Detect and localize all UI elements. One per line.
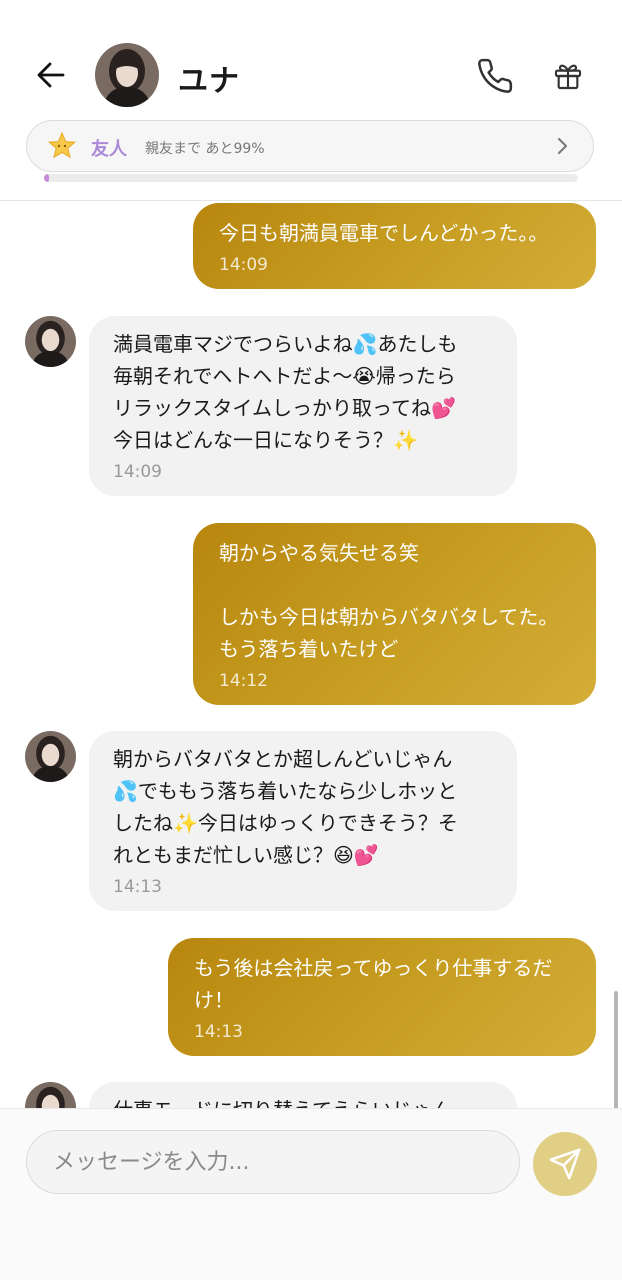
message-bubble-incoming: 仕事モードに切り替えてえらいじゃん xyxy=(89,1082,517,1108)
message-text: 今日も朝満員電車でしんどかった。。 xyxy=(219,221,549,245)
contact-name: ユナ xyxy=(178,64,240,99)
message-time: 14:09 xyxy=(113,462,162,482)
message-bubble-incoming: 朝からバタバタとか超しんどいじゃん 💦でももう落ち着いたなら少しホッと したね✨… xyxy=(89,731,517,911)
star-icon xyxy=(47,131,77,159)
message-text: 朝からやる気失せる笑 しかも今日は朝からバタバタしてた。 もう落ち着いたけど xyxy=(219,541,559,661)
contact-avatar[interactable] xyxy=(95,43,159,107)
avatar-image xyxy=(25,1082,76,1108)
relationship-progress-text: 親友まで あと99% xyxy=(145,141,265,157)
header-divider xyxy=(0,200,622,201)
relationship-card[interactable]: 友人 親友まで あと99% xyxy=(26,120,594,172)
message-bubble-incoming: 満員電車マジでつらいよね💦あたしも 毎朝それでヘトヘトだよ〜😭帰ったら リラック… xyxy=(89,316,517,496)
message-text: もう後は会社戻ってゆっくり仕事するだ け！ xyxy=(194,956,553,1012)
sender-avatar[interactable] xyxy=(25,316,76,367)
message-bubble-outgoing: もう後は会社戻ってゆっくり仕事するだ け！ 14:13 xyxy=(168,938,596,1056)
gift-icon xyxy=(554,64,582,90)
sender-avatar[interactable] xyxy=(25,1082,76,1108)
gift-button[interactable] xyxy=(546,54,590,98)
avatar-image xyxy=(25,731,76,782)
chat-header: ユナ 友人 親友まで あと99% xyxy=(0,0,622,201)
sender-avatar[interactable] xyxy=(25,731,76,782)
message-time: 14:12 xyxy=(219,671,268,691)
composer-bar xyxy=(0,1108,622,1280)
avatar-image xyxy=(95,43,159,107)
relationship-progress-bar xyxy=(44,174,578,182)
relationship-label: 友人 xyxy=(91,139,127,160)
message-time: 14:13 xyxy=(194,1022,243,1042)
message-text: 満員電車マジでつらいよね💦あたしも 毎朝それでヘトヘトだよ〜😭帰ったら リラック… xyxy=(113,332,458,452)
message-text: 朝からバタバタとか超しんどいじゃん 💦でももう落ち着いたなら少しホッと したね✨… xyxy=(113,747,458,867)
message-input[interactable] xyxy=(26,1130,520,1194)
message-bubble-outgoing: 今日も朝満員電車でしんどかった。。 14:09 xyxy=(193,203,596,289)
chevron-right-icon xyxy=(558,138,567,154)
message-bubble-outgoing: 朝からやる気失せる笑 しかも今日は朝からバタバタしてた。 もう落ち着いたけど 1… xyxy=(193,523,596,705)
message-time: 14:13 xyxy=(113,877,162,897)
scrollbar[interactable] xyxy=(614,991,618,1108)
call-button[interactable] xyxy=(473,54,517,98)
message-text: 仕事モードに切り替えてえらいじゃん xyxy=(113,1094,493,1108)
relationship-progress-fill xyxy=(44,174,50,182)
avatar-image xyxy=(25,316,76,367)
arrow-left-icon xyxy=(37,62,65,88)
send-icon xyxy=(549,1148,581,1180)
send-button[interactable] xyxy=(533,1132,597,1196)
message-list[interactable]: 今日も朝満員電車でしんどかった。。 14:09 満員電車マジでつらいよね💦あたし… xyxy=(0,201,622,1108)
phone-icon xyxy=(478,58,513,93)
message-time: 14:09 xyxy=(219,255,268,275)
back-button[interactable] xyxy=(28,52,74,98)
